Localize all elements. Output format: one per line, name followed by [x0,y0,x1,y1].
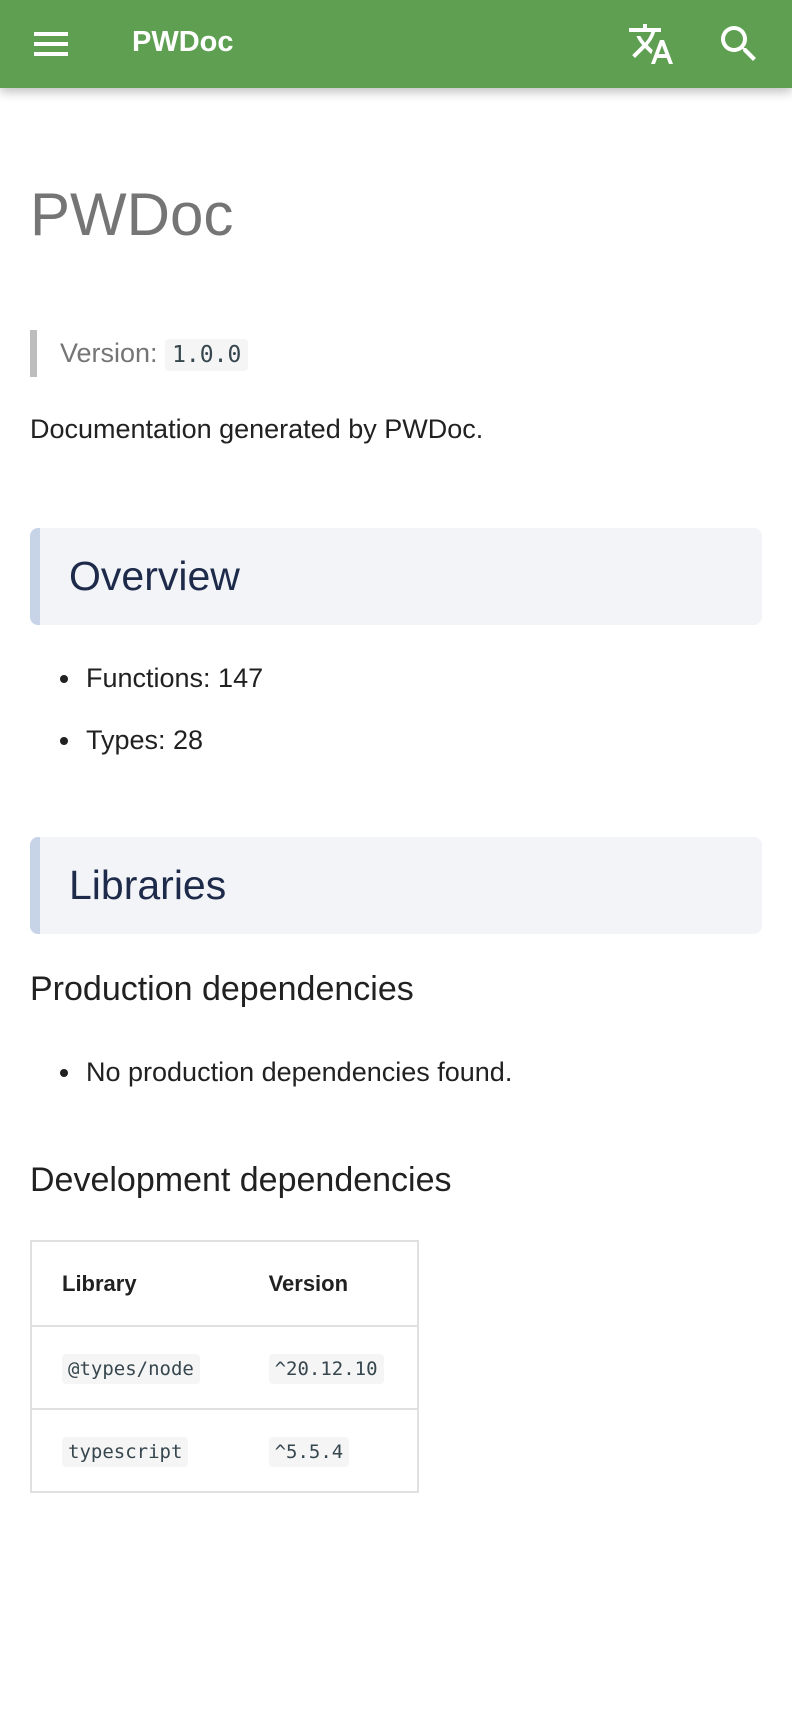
cell: @types/node [31,1325,239,1409]
cell: ^5.5.4 [238,1408,418,1492]
table-header-row: Library Version [31,1241,418,1326]
cell: typescript [31,1408,239,1492]
library-version: ^5.5.4 [268,1436,350,1467]
version-note: Version: 1.0.0 [30,330,249,377]
app-title: PWDoc [132,26,234,58]
overview-list: Functions: 147 Types: 28 [60,658,263,782]
description: Documentation generated by PWDoc. [30,414,484,444]
menu-icon[interactable] [34,32,68,56]
version-label: Version: [60,338,158,368]
production-list: No production dependencies found. [60,1052,512,1114]
app-bar: PWDoc [0,0,792,88]
library-name: @types/node [62,1353,200,1384]
table-row: typescript ^5.5.4 [31,1408,418,1492]
library-name: typescript [62,1436,189,1467]
list-item: Types: 28 [60,720,263,782]
library-version: ^20.12.10 [268,1353,384,1384]
column-header: Version [268,1270,349,1296]
development-heading: Development dependencies [30,1161,452,1199]
table-row: @types/node ^20.12.10 [31,1325,418,1409]
dependencies-table: Library Version @types/node ^20.12.10 ty… [30,1240,419,1493]
list-item: No production dependencies found. [60,1052,512,1114]
list-item: Functions: 147 [60,658,263,720]
cell: ^20.12.10 [238,1325,418,1409]
production-heading: Production dependencies [30,970,414,1008]
section-overview: Overview [30,528,762,625]
search-icon[interactable] [715,20,763,68]
page-title: PWDoc [30,181,234,248]
translate-icon[interactable] [627,20,675,68]
version-value: 1.0.0 [165,339,249,371]
section-libraries: Libraries [30,837,762,934]
column-header: Library [62,1270,137,1296]
